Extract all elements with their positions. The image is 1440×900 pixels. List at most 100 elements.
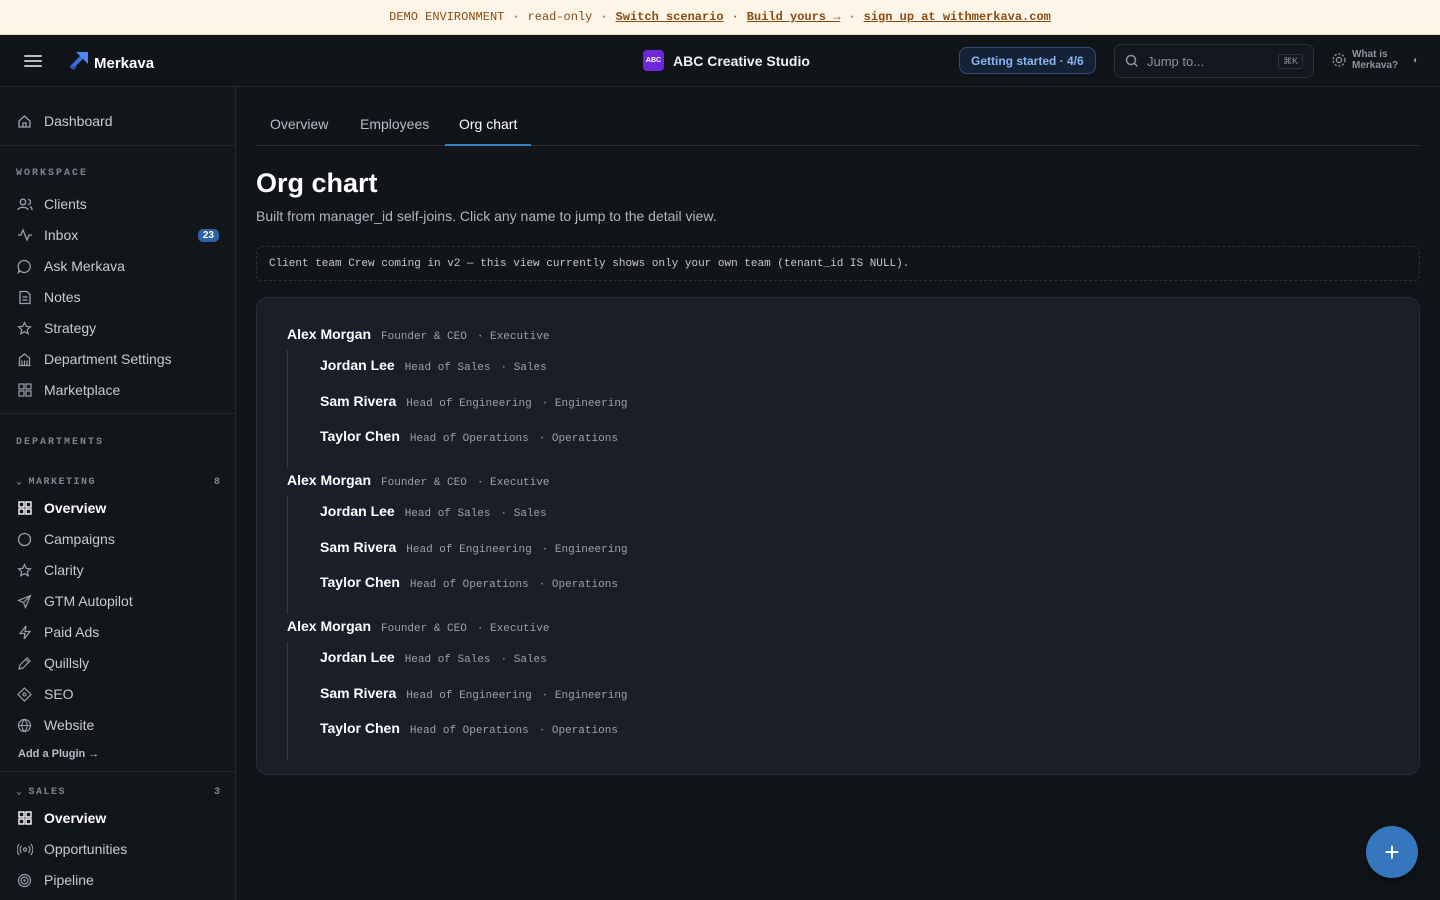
sidebar-item-label: Quillsly	[44, 655, 90, 671]
target-icon	[16, 872, 33, 889]
sidebar-item-seo[interactable]: SEO	[16, 681, 222, 707]
org-node-name[interactable]: Alex Morgan	[287, 618, 371, 634]
sidebar-item-label: Ask Merkava	[44, 258, 125, 274]
star-icon	[16, 320, 33, 337]
logo-arrow-icon	[69, 51, 88, 70]
sidebar-item-ask-merkava[interactable]: Ask Merkava	[16, 253, 222, 279]
inbox-count-badge: 23	[197, 228, 219, 242]
page-title: Org chart	[256, 168, 378, 198]
star-icon	[16, 562, 33, 579]
org-node-name[interactable]: Taylor Chen	[320, 574, 400, 590]
sidebar-item-quillsly[interactable]: Quillsly	[16, 650, 222, 676]
grid-icon	[16, 382, 33, 399]
sidebar-divider	[0, 771, 235, 772]
sidebar-item-inbox[interactable]: Inbox 23	[16, 222, 222, 248]
sidebar-item-label: Dashboard	[44, 113, 113, 129]
sidebar-item-sales-overview[interactable]: Overview	[16, 805, 222, 831]
page-subtitle: Built from manager_id self-joins. Click …	[256, 208, 717, 224]
tab-org-chart[interactable]: Org chart	[445, 116, 532, 146]
org-node-department: · Executive	[476, 331, 550, 343]
sidebar-item-marketing-overview[interactable]: Overview	[16, 495, 222, 521]
search-icon	[1125, 54, 1139, 68]
sidebar-item-label: Overview	[44, 810, 107, 826]
sidebar-item-label: Marketplace	[44, 382, 121, 398]
sales-group-toggle[interactable]: ⌄ SALES 3	[16, 786, 220, 799]
sidebar-item-label: Pipeline	[44, 872, 94, 888]
logo[interactable]: Merkava	[68, 47, 154, 72]
add-button[interactable]: +	[1366, 826, 1418, 878]
sidebar-item-label: Inbox	[44, 227, 79, 243]
org-node-title: Founder & CEO	[381, 477, 467, 489]
add-plugin-link[interactable]: Add a Plugin →	[18, 748, 99, 760]
chevron-down-icon: ⌄	[16, 787, 24, 798]
diamond-icon	[16, 686, 33, 703]
pen-icon	[16, 655, 33, 672]
sidebar-divider	[0, 413, 235, 414]
building-icon	[16, 351, 33, 368]
sidebar-item-gtm-autopilot[interactable]: GTM Autopilot	[16, 588, 222, 614]
hamburger-menu-icon[interactable]	[24, 52, 42, 70]
org-node-report: Taylor Chen Head of Operations · Operation…	[320, 574, 618, 591]
build-yours-link[interactable]: Build yours →	[747, 10, 841, 24]
grid-icon	[16, 810, 33, 827]
what-is-merkava-button[interactable]: What is Merkava? ◐	[1331, 49, 1419, 71]
broadcast-icon	[16, 841, 33, 858]
sales-group-label: SALES	[28, 786, 67, 798]
org-node-department: · Engineering	[541, 398, 628, 410]
org-node-report: Sam Rivera Head of Engineering · Engineeri…	[320, 539, 628, 556]
org-node-root: Alex Morgan Founder & CEO · Executive	[287, 472, 549, 489]
sidebar-item-strategy[interactable]: Strategy	[16, 315, 222, 341]
tab-employees[interactable]: Employees	[346, 116, 443, 146]
sidebar-item-notes[interactable]: Notes	[16, 284, 222, 310]
org-node-report: Jordan Lee Head of Sales · Sales	[320, 649, 547, 666]
demo-env-label: DEMO ENVIRONMENT	[389, 10, 505, 24]
sidebar-item-label: Opportunities	[44, 841, 128, 857]
sidebar-item-department-settings[interactable]: Department Settings	[16, 346, 222, 372]
org-node-title: Head of Sales	[404, 362, 491, 374]
sidebar-item-label: GTM Autopilot	[44, 593, 133, 609]
sidebar-item-clarity[interactable]: Clarity	[16, 557, 222, 583]
org-node-title: Head of Engineering	[406, 398, 532, 410]
sidebar-item-clients[interactable]: Clients	[16, 191, 222, 217]
sidebar: Dashboard WORKSPACE Clients Inbox 23 Ask…	[0, 87, 236, 900]
org-node-report: Taylor Chen Head of Operations · Operation…	[320, 428, 618, 445]
top-bar: Merkava ABC ABC Creative Studio Getting …	[0, 35, 1440, 87]
org-switcher[interactable]: ABC ABC Creative Studio	[643, 50, 810, 71]
org-node-name[interactable]: Taylor Chen	[320, 428, 400, 444]
org-node-name[interactable]: Taylor Chen	[320, 720, 400, 736]
search-placeholder: Jump to...	[1147, 53, 1205, 69]
sidebar-item-paid-ads[interactable]: Paid Ads	[16, 619, 222, 645]
org-node-department: · Engineering	[541, 544, 628, 556]
sidebar-item-dashboard[interactable]: Dashboard	[16, 108, 222, 134]
lightning-icon	[16, 624, 33, 641]
tab-overview[interactable]: Overview	[256, 116, 342, 146]
org-name: ABC Creative Studio	[673, 52, 810, 69]
sidebar-item-website[interactable]: Website	[16, 712, 222, 738]
org-node-name[interactable]: Jordan Lee	[320, 503, 395, 519]
jump-to-search[interactable]: Jump to... ⌘K	[1114, 44, 1314, 78]
org-node-name[interactable]: Sam Rivera	[320, 393, 396, 409]
org-node-department: · Operations	[538, 725, 618, 737]
getting-started-button[interactable]: Getting started · 4/6	[959, 47, 1096, 74]
globe-icon	[16, 717, 33, 734]
org-node-root: Alex Morgan Founder & CEO · Executive	[287, 326, 549, 343]
marketing-group-toggle[interactable]: ⌄ MARKETING 8	[16, 476, 220, 489]
switch-scenario-link[interactable]: Switch scenario	[616, 10, 724, 24]
sidebar-item-marketplace[interactable]: Marketplace	[16, 377, 222, 403]
logo-text: Merkava	[94, 55, 155, 72]
org-node-report: Jordan Lee Head of Sales · Sales	[320, 503, 547, 520]
org-node-name[interactable]: Alex Morgan	[287, 472, 371, 488]
org-node-name[interactable]: Alex Morgan	[287, 326, 371, 342]
sidebar-item-pipeline[interactable]: Pipeline	[16, 867, 222, 893]
sidebar-item-campaigns[interactable]: Campaigns	[16, 526, 222, 552]
org-node-name[interactable]: Jordan Lee	[320, 357, 395, 373]
org-node-name[interactable]: Sam Rivera	[320, 539, 396, 555]
theme-toggle-icon[interactable]: ◐	[1413, 55, 1419, 66]
org-node-name[interactable]: Sam Rivera	[320, 685, 396, 701]
sidebar-item-label: Notes	[44, 289, 81, 305]
sidebar-item-opportunities[interactable]: Opportunities	[16, 836, 222, 862]
org-node-department: · Operations	[538, 579, 618, 591]
org-node-name[interactable]: Jordan Lee	[320, 649, 395, 665]
signup-link[interactable]: sign up at withmerkava.com	[864, 10, 1051, 24]
sidebar-item-label: Strategy	[44, 320, 97, 336]
